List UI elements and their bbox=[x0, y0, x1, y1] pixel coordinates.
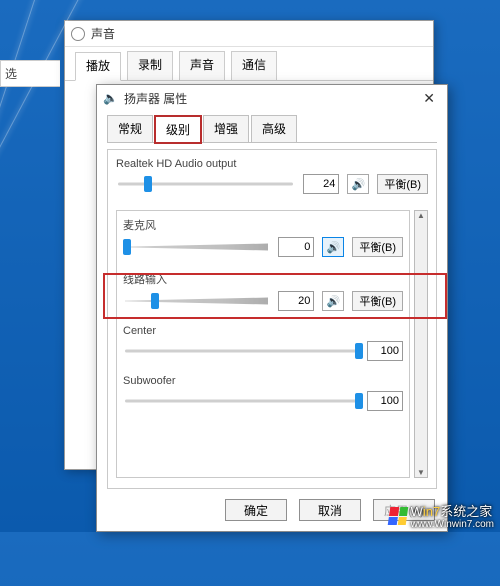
volume-value[interactable]: 24 bbox=[303, 174, 339, 194]
scroll-down-icon[interactable]: ▼ bbox=[417, 468, 425, 477]
levels-panel: Realtek HD Audio output 24 🔊 平衡(B) 麦克风 bbox=[107, 149, 437, 489]
watermark-brand: Win7系统之家 bbox=[411, 504, 493, 519]
sound-window-title: 声音 bbox=[91, 25, 115, 42]
volume-slider[interactable] bbox=[123, 291, 270, 311]
properties-titlebar[interactable]: 🔈 扬声器 属性 ✕ bbox=[97, 85, 447, 111]
group-linein: 线路输入 20 🔊 平衡(B) bbox=[123, 271, 403, 311]
tab-playback[interactable]: 播放 bbox=[75, 52, 121, 81]
group-microphone: 麦克风 0 🔊 平衡(B) bbox=[123, 217, 403, 257]
volume-value[interactable]: 0 bbox=[278, 237, 314, 257]
tab-communications[interactable]: 通信 bbox=[231, 51, 277, 80]
mute-button[interactable]: 🔊 bbox=[322, 237, 344, 257]
windows-flag-icon bbox=[387, 507, 408, 525]
tab-sounds[interactable]: 声音 bbox=[179, 51, 225, 80]
scroll-up-icon[interactable]: ▲ bbox=[417, 211, 425, 220]
volume-value[interactable]: 100 bbox=[367, 391, 403, 411]
speaker-icon bbox=[71, 27, 85, 41]
volume-slider[interactable] bbox=[123, 341, 359, 361]
speaker-icon: 🔈 bbox=[103, 91, 118, 105]
properties-title: 扬声器 属性 bbox=[124, 90, 187, 107]
balance-button[interactable]: 平衡(B) bbox=[352, 237, 403, 257]
tab-enhancements[interactable]: 增强 bbox=[203, 115, 249, 142]
ok-button[interactable]: 确定 bbox=[225, 499, 287, 521]
group-realtek: Realtek HD Audio output 24 🔊 平衡(B) bbox=[116, 158, 428, 194]
tab-general[interactable]: 常规 bbox=[107, 115, 153, 142]
scroll-region: 麦克风 0 🔊 平衡(B) 线路输入 bbox=[116, 210, 410, 478]
volume-value[interactable]: 20 bbox=[278, 291, 314, 311]
group-label: 麦克风 bbox=[123, 217, 403, 233]
group-label: Center bbox=[123, 325, 403, 337]
volume-slider[interactable] bbox=[123, 391, 359, 411]
mute-button[interactable]: 🔊 bbox=[322, 291, 344, 311]
tab-levels[interactable]: 级别 bbox=[155, 116, 201, 143]
group-label: Subwoofer bbox=[123, 375, 403, 387]
volume-slider[interactable] bbox=[116, 174, 295, 194]
tab-recording[interactable]: 录制 bbox=[127, 51, 173, 80]
group-subwoofer: Subwoofer 100 bbox=[123, 375, 403, 411]
watermark: Win7系统之家 www.Winwin7.com bbox=[389, 501, 494, 530]
watermark-url: www.Winwin7.com bbox=[411, 520, 494, 530]
properties-tabs: 常规 级别 增强 高级 bbox=[97, 111, 447, 142]
speaker-properties-window: 🔈 扬声器 属性 ✕ 常规 级别 增强 高级 Realtek HD Audio … bbox=[96, 84, 448, 532]
mute-button[interactable]: 🔊 bbox=[347, 174, 369, 194]
balance-button[interactable]: 平衡(B) bbox=[352, 291, 403, 311]
tab-advanced[interactable]: 高级 bbox=[251, 115, 297, 142]
truncated-text: 选 bbox=[0, 60, 60, 87]
scrollbar[interactable]: ▲ ▼ bbox=[414, 210, 428, 478]
sound-window-titlebar[interactable]: 声音 bbox=[65, 21, 433, 47]
volume-slider[interactable] bbox=[123, 237, 270, 257]
group-label: 线路输入 bbox=[123, 271, 403, 287]
group-center: Center 100 bbox=[123, 325, 403, 361]
volume-value[interactable]: 100 bbox=[367, 341, 403, 361]
group-label: Realtek HD Audio output bbox=[116, 158, 428, 170]
close-icon[interactable]: ✕ bbox=[417, 90, 441, 107]
sound-tabs: 播放 录制 声音 通信 bbox=[65, 47, 433, 81]
balance-button[interactable]: 平衡(B) bbox=[377, 174, 428, 194]
cancel-button[interactable]: 取消 bbox=[299, 499, 361, 521]
